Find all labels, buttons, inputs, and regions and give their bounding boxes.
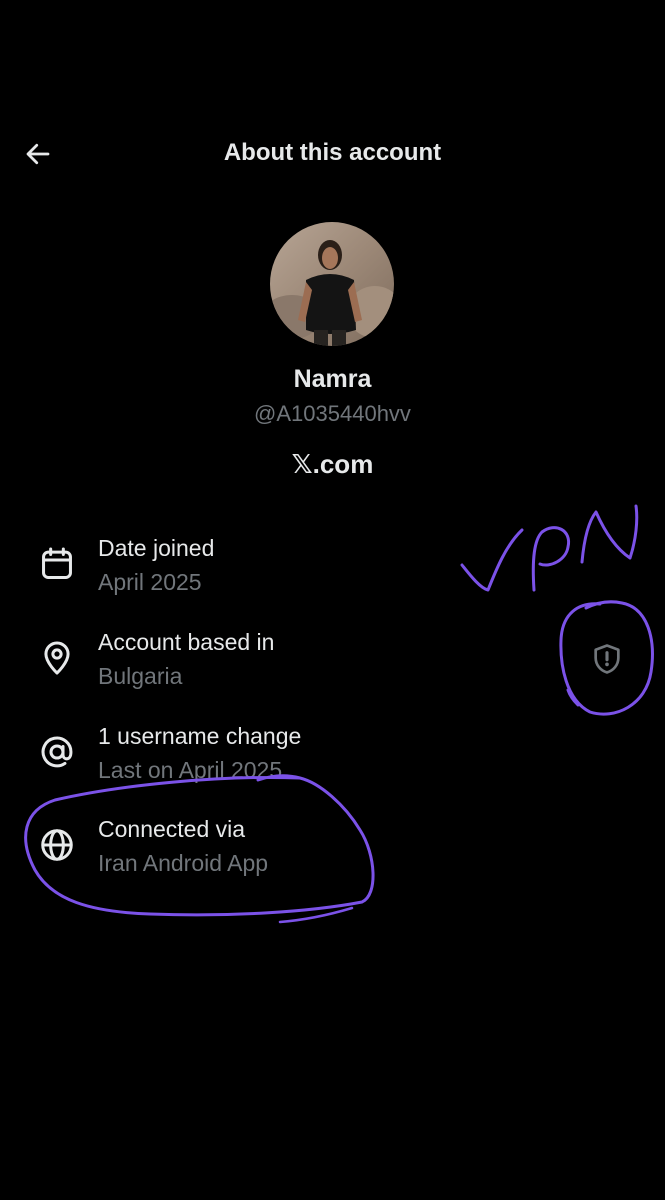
calendar-icon <box>42 547 72 579</box>
page-title: About this account <box>223 139 442 166</box>
row-label: Account based in <box>98 629 275 655</box>
display-name: Namra <box>293 365 372 393</box>
row-value: Bulgaria <box>98 663 183 689</box>
globe-icon <box>41 829 73 861</box>
row-value: Iran Android App <box>98 850 269 876</box>
top-bar: About this account <box>0 120 665 186</box>
x-com-text: .com <box>312 449 374 479</box>
row-label: Date joined <box>98 535 215 561</box>
info-row-date-joined: Date joined April 2025 <box>0 535 665 615</box>
user-handle: @A1035440hvv <box>254 401 411 426</box>
x-logo-icon: 𝕏 <box>291 450 313 480</box>
at-sign-icon <box>41 736 73 768</box>
x-com-link[interactable]: 𝕏.com <box>0 449 665 480</box>
shield-alert-icon[interactable] <box>590 642 624 676</box>
info-row-username-change: 1 username change Last on April 2025 <box>0 723 665 803</box>
info-row-account-based-in: Account based in Bulgaria <box>0 629 665 709</box>
info-row-connected-via: Connected via Iran Android App <box>0 816 665 896</box>
avatar[interactable] <box>270 222 394 346</box>
row-value: April 2025 <box>98 569 202 595</box>
row-label: Connected via <box>98 816 246 842</box>
location-pin-icon <box>44 641 70 675</box>
row-label: 1 username change <box>98 723 302 749</box>
row-value: Last on April 2025 <box>98 757 283 783</box>
